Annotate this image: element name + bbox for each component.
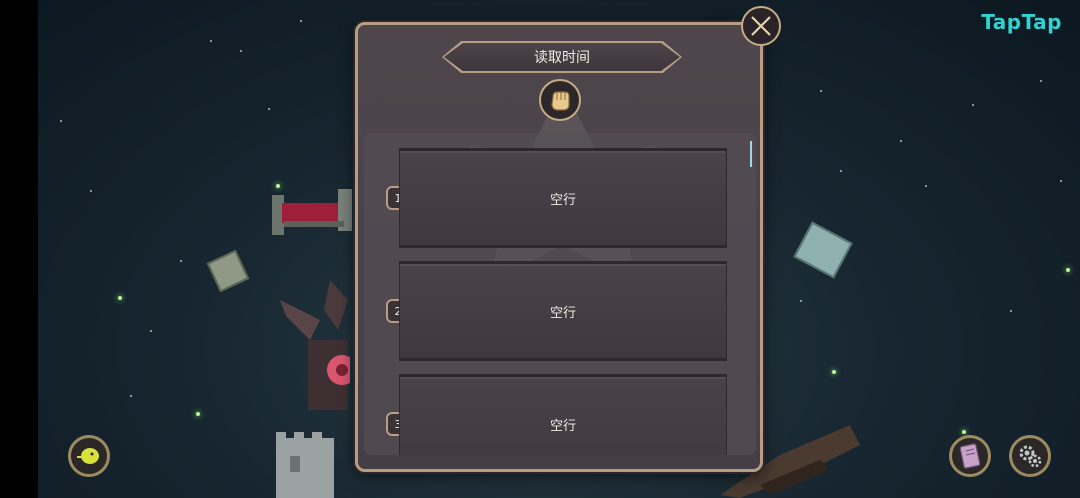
save-slot-1[interactable]: 空行 <box>399 148 727 248</box>
firefly <box>832 370 836 374</box>
scrollbar-thumb[interactable] <box>750 141 752 167</box>
slot-label: 空行 <box>549 306 576 321</box>
floating-book-right <box>793 221 853 279</box>
firefly <box>962 430 966 434</box>
settings-button[interactable] <box>1009 435 1051 477</box>
left-letterbox <box>0 0 38 498</box>
taptap-logo: TapTap <box>981 10 1062 34</box>
floating-bed <box>272 189 352 235</box>
journal-button[interactable] <box>949 435 991 477</box>
close-button[interactable] <box>741 6 781 46</box>
notebook-icon <box>959 443 981 469</box>
slot-label: 空行 <box>549 193 576 208</box>
save-slot-2[interactable]: 空行 <box>399 261 727 361</box>
save-slot-3[interactable]: 空行 <box>399 374 727 455</box>
firefly <box>1066 268 1070 272</box>
dialog-title: 读取时间 <box>444 43 680 71</box>
stone-tower <box>276 432 334 498</box>
yellow-creature-icon <box>77 448 99 464</box>
gears-icon <box>1019 445 1042 468</box>
rabbit-totem <box>280 280 350 410</box>
grabbing-hand-icon <box>539 79 581 121</box>
close-x-icon <box>751 16 771 36</box>
firefly <box>118 296 122 300</box>
slot-label: 空行 <box>549 419 576 434</box>
floating-book-left <box>206 249 250 293</box>
save-slot-list[interactable]: 1 空行 2 空行 3 空行 <box>364 133 756 455</box>
character-button[interactable] <box>68 435 110 477</box>
load-time-dialog: 读取时间 1 空行 2 空行 3 空行 <box>355 22 763 472</box>
firefly <box>196 412 200 416</box>
